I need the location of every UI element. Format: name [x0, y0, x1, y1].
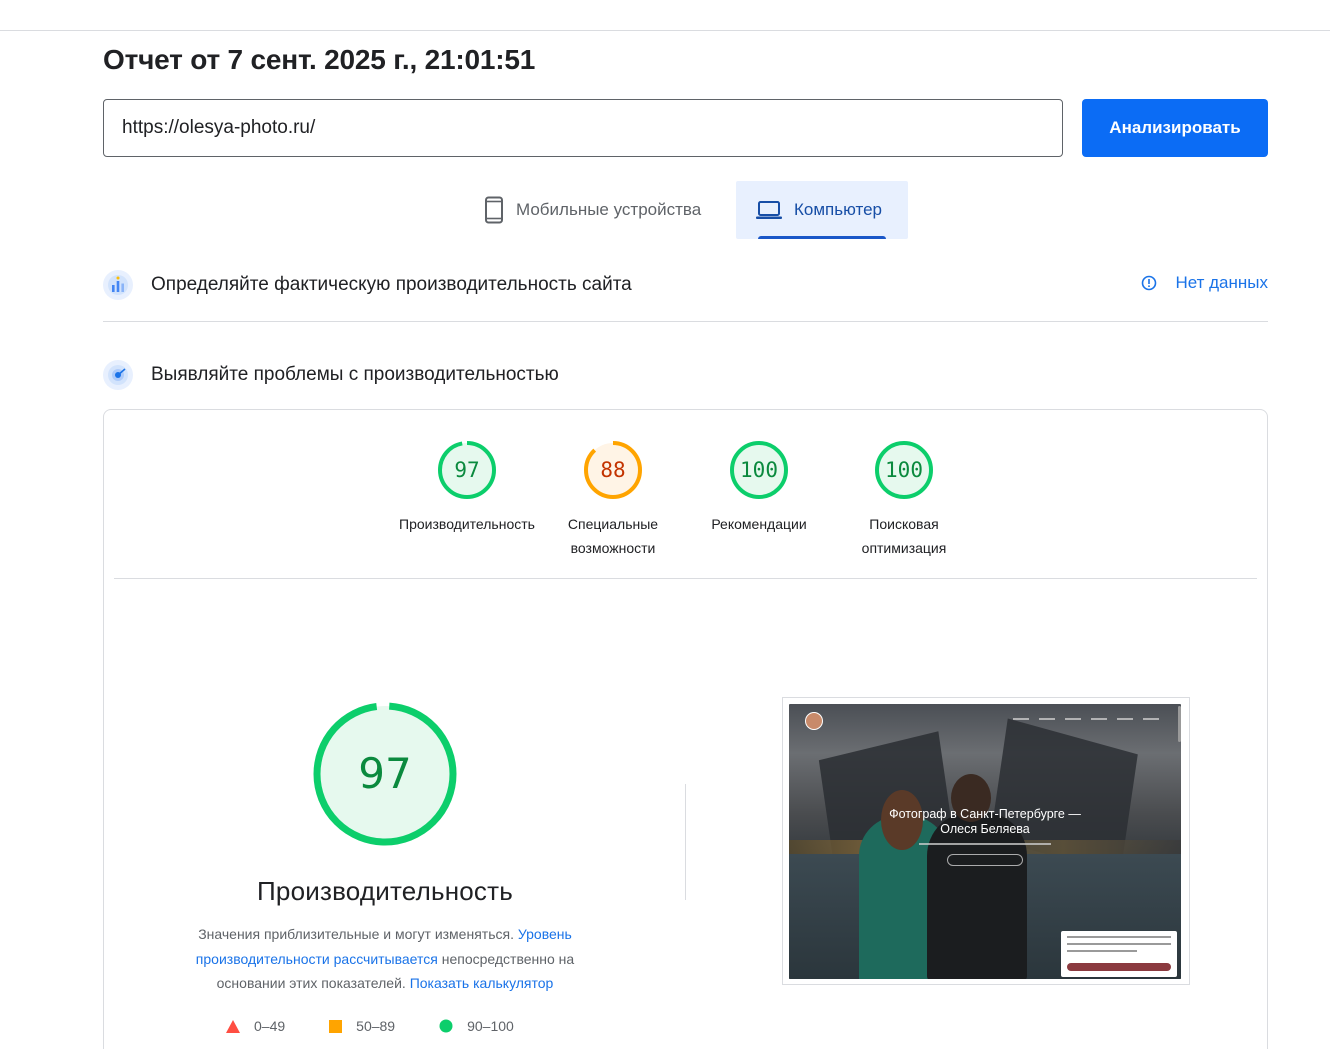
- score-label: Рекомендации: [711, 516, 807, 532]
- score-value: 88: [600, 458, 626, 482]
- circle-icon: [439, 1019, 453, 1033]
- screenshot-image: Фотограф в Санкт-Петербурге — Олеся Беля…: [789, 704, 1181, 979]
- legend-item-fail: 0–49: [226, 1018, 285, 1034]
- site-avatar: [805, 712, 823, 730]
- analyze-button[interactable]: Анализировать: [1082, 99, 1268, 157]
- no-data-label: Нет данных: [1175, 273, 1268, 292]
- score-value: 100: [740, 458, 778, 482]
- legend-item-average: 50–89: [329, 1018, 395, 1034]
- smartphone-icon: [485, 196, 503, 224]
- vertical-divider: [685, 784, 686, 900]
- performance-title: Производительность: [257, 876, 513, 906]
- score-gauge-performance[interactable]: 97 Производительность: [394, 440, 540, 536]
- performance-description: Значения приблизительные и могут изменят…: [195, 926, 575, 991]
- tab-desktop[interactable]: Компьютер: [736, 181, 908, 239]
- url-input[interactable]: [103, 99, 1063, 157]
- tab-mobile-label: Мобильные устройства: [516, 200, 702, 219]
- score-label: Производительность: [399, 516, 535, 532]
- show-calculator-link[interactable]: Показать калькулятор: [410, 975, 554, 991]
- section-divider: [103, 321, 1268, 322]
- field-data-section: Определяйте фактическую производительнос…: [103, 268, 1268, 302]
- top-divider: [0, 30, 1330, 31]
- page-screenshot: Фотограф в Санкт-Петербурге — Олеся Беля…: [782, 697, 1190, 985]
- tab-selected-indicator: [758, 236, 886, 239]
- laptop-icon: [756, 201, 782, 219]
- score-gauge-best-practices[interactable]: 100 Рекомендации: [686, 440, 832, 536]
- score-legend: 0–49 50–89 90–100: [226, 1018, 558, 1034]
- triangle-icon: [226, 1019, 240, 1033]
- field-data-title: Определяйте фактическую производительнос…: [151, 274, 632, 295]
- score-value: 100: [885, 458, 923, 482]
- performance-score-gauge: 97: [311, 700, 459, 848]
- tab-desktop-label: Компьютер: [794, 200, 882, 219]
- score-value: 97: [454, 458, 480, 482]
- lab-report-card: 97 Производительность 88 Специальные воз…: [103, 409, 1268, 1049]
- score-gauge-seo[interactable]: 100 Поисковая оптимизация: [831, 440, 977, 560]
- score-label: Поисковая оптимизация: [861, 516, 947, 556]
- info-icon: [1142, 275, 1157, 291]
- site-hero-title: Фотограф в Санкт-Петербурге — Олеся Беля…: [889, 807, 1081, 836]
- field-data-icon: [103, 270, 133, 300]
- score-label: Специальные возможности: [567, 516, 659, 556]
- performance-score-value: 97: [358, 749, 412, 798]
- no-data-link[interactable]: Нет данных: [1141, 273, 1268, 293]
- lab-data-section: Выявляйте проблемы с производительностью: [103, 358, 1268, 392]
- square-icon: [329, 1019, 343, 1033]
- score-gauge-accessibility[interactable]: 88 Специальные возможности: [540, 440, 686, 560]
- report-title: Отчет от 7 сент. 2025 г., 21:01:51: [103, 44, 536, 75]
- gauges-divider: [114, 578, 1257, 579]
- lab-data-icon: [103, 360, 133, 390]
- site-cookie-banner: [1061, 931, 1177, 977]
- lab-data-title: Выявляйте проблемы с производительностью: [151, 364, 559, 385]
- legend-item-pass: 90–100: [439, 1018, 514, 1034]
- site-nav: [1003, 718, 1159, 720]
- tab-mobile[interactable]: Мобильные устройства: [478, 181, 736, 239]
